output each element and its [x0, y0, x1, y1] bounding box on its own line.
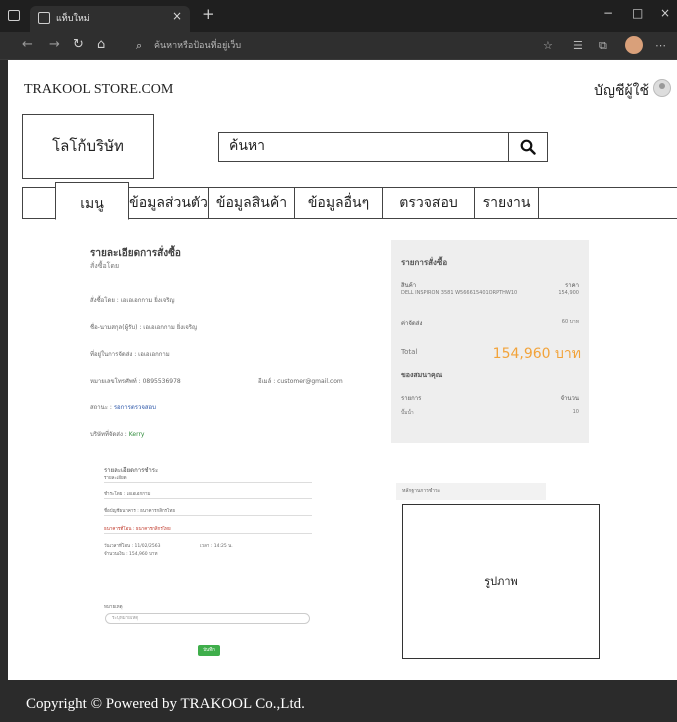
- new-tab-button[interactable]: +: [202, 7, 215, 22]
- browser-tab-strip: แท็บใหม่ × + − □ ×: [0, 0, 677, 32]
- product-name: DELL INSPIRON 3581 W566615401ORPTHW10: [401, 290, 518, 296]
- payment-slip-label: หลักฐานการชำระ: [396, 483, 546, 500]
- main-menu: เมนู ข้อมูลส่วนตัว ข้อมูลสินค้า ข้อมูลอื…: [22, 182, 677, 220]
- payment-slip-image[interactable]: รูปภาพ: [402, 504, 600, 659]
- search-icon: ⌕: [136, 39, 143, 52]
- menu-item-products[interactable]: ข้อมูลสินค้า: [209, 188, 295, 219]
- order-detail-subtitle: สั่งซื้อโดย: [90, 262, 120, 270]
- favorite-icon[interactable]: ☆: [543, 39, 553, 52]
- search-button[interactable]: [509, 133, 547, 161]
- address-placeholder: ค้นหาหรือป้อนที่อยู่เว็บ: [154, 41, 242, 51]
- browser-toolbar: ← → ↻ ⌂ ⌕ ค้นหาหรือป้อนที่อยู่เว็บ ☆ ☰ ⧉…: [0, 32, 677, 60]
- address-bar[interactable]: ⌕ ค้นหาหรือป้อนที่อยู่เว็บ: [136, 37, 536, 55]
- collections-icon[interactable]: ⧉: [599, 39, 607, 53]
- save-button[interactable]: บันทึก: [198, 645, 220, 656]
- status-label: สถานะ :: [90, 404, 114, 411]
- divider: [104, 498, 312, 499]
- payment-subtitle: รายละเอียด: [104, 476, 127, 481]
- menu-item-profile[interactable]: ข้อมูลส่วนตัว: [129, 188, 209, 219]
- tab-actions-icon[interactable]: [8, 10, 20, 21]
- more-menu-icon[interactable]: ⋯: [655, 39, 666, 52]
- tab-close-button[interactable]: ×: [172, 9, 182, 23]
- user-avatar-icon[interactable]: [653, 79, 671, 97]
- gift-item: ปั๊มน้ำ: [401, 410, 414, 416]
- browser-tab[interactable]: แท็บใหม่ ×: [30, 6, 190, 32]
- page-icon: [38, 12, 50, 24]
- transfer-time: เวลา : 14:25 น.: [200, 544, 233, 549]
- close-window-button[interactable]: ×: [660, 6, 670, 20]
- tab-title: แท็บใหม่: [56, 14, 90, 24]
- shipping-company-label: บริษัทที่จัดส่ง :: [90, 431, 129, 438]
- gift-title: ของสมนาคุณ: [401, 371, 443, 379]
- shipping-company-value: Kerry: [128, 431, 145, 438]
- gift-list-label: รายการ: [401, 395, 422, 402]
- back-arrow-icon[interactable]: ←: [22, 38, 33, 52]
- status-badge: รอการตรวจสอบ: [113, 404, 156, 411]
- bank-account-name: ชื่อบัญชีธนาคาร : ธนาคารกสิกรไทย: [104, 509, 175, 514]
- summary-title: รายการสั่งซื้อ: [401, 258, 448, 267]
- web-page: TRAKOOL STORE.COM บัญชีผู้ใช้ โลโก้บริษั…: [8, 60, 677, 680]
- gift-qty: 10: [572, 409, 579, 415]
- product-column-label: สินค้า: [401, 282, 417, 289]
- divider: [104, 482, 312, 483]
- favorites-list-icon[interactable]: ☰: [573, 39, 583, 52]
- maximize-button[interactable]: □: [632, 6, 643, 20]
- menu-item-verify[interactable]: ตรวจสอบ: [383, 188, 475, 219]
- total-amount: 154,960 บาท: [492, 346, 581, 362]
- site-name[interactable]: TRAKOOL STORE.COM: [24, 82, 173, 98]
- note-input[interactable]: ระบุหมายเหตุ: [105, 613, 310, 624]
- account-link[interactable]: บัญชีผู้ใช้: [594, 80, 649, 102]
- search-bar: ค้นหา: [218, 132, 548, 162]
- note-label: หมายเหตุ: [104, 605, 123, 610]
- order-summary: รายการสั่งซื้อ สินค้า ราคา DELL INSPIRON…: [391, 240, 589, 443]
- order-status: สถานะ : รอการตรวจสอบ: [90, 402, 156, 412]
- transfer-date: วันเวลาที่โอน : 11/02/2563: [104, 544, 161, 549]
- total-label: Total: [401, 348, 418, 356]
- forward-arrow-icon[interactable]: →: [49, 38, 60, 52]
- payment-amount: จำนวนเงิน : 154,960 บาท: [104, 552, 158, 557]
- menu-item-other[interactable]: ข้อมูลอื่นๆ: [295, 188, 383, 219]
- product-price: 154,900: [558, 290, 579, 296]
- copyright-text: Copyright © Powered by TRAKOOL Co.,Ltd.: [26, 696, 305, 712]
- divider: [104, 515, 312, 516]
- gift-qty-label: จำนวน: [560, 395, 579, 402]
- refresh-icon[interactable]: ↻: [73, 38, 84, 52]
- paid-by: ชำระโดย : เอเอเอกกาม: [104, 492, 151, 497]
- order-detail-title: รายละเอียดการสั่งซื้อ: [90, 248, 181, 259]
- shipping-fee-value: 60 บาท: [561, 319, 579, 325]
- shipping-company: บริษัทที่จัดส่ง : Kerry: [90, 429, 144, 439]
- minimize-button[interactable]: −: [603, 6, 613, 20]
- home-icon[interactable]: ⌂: [97, 38, 105, 52]
- menu-item-menu[interactable]: เมนู: [55, 182, 129, 220]
- site-footer: Copyright © Powered by TRAKOOL Co.,Ltd.: [8, 680, 677, 722]
- transfer-bank: ธนาคารที่โอน : ธนาคารกสิกรไทย: [104, 527, 171, 532]
- email: อีเมล์ : customer@gmail.com: [258, 378, 343, 385]
- company-logo[interactable]: โลโก้บริษัท: [22, 114, 154, 179]
- divider: [104, 533, 312, 534]
- ordered-by: สั่งซื้อโดย : เอเอเอกกาม ยิ่งเจริญ: [90, 297, 175, 304]
- search-icon: [520, 139, 536, 155]
- phone-number: หมายเลขโทรศัพท์ : 0895536978: [90, 378, 181, 385]
- price-column-label: ราคา: [565, 282, 579, 289]
- shipping-fee-label: ค่าจัดส่ง: [401, 320, 423, 327]
- order-content: รายละเอียดการสั่งซื้อ สั่งซื้อโดย สั่งซื…: [8, 220, 677, 680]
- profile-avatar[interactable]: [625, 36, 643, 54]
- shipping-address: ที่อยู่ในการจัดส่ง : เอเอเอกกาม: [90, 351, 170, 358]
- recipient-name: ชื่อ-นามสกุล(ผู้รับ) : เอเอเอกกาม ยิ่งเจ…: [90, 324, 198, 331]
- menu-item-report[interactable]: รายงาน: [475, 188, 539, 219]
- search-input[interactable]: ค้นหา: [219, 133, 509, 161]
